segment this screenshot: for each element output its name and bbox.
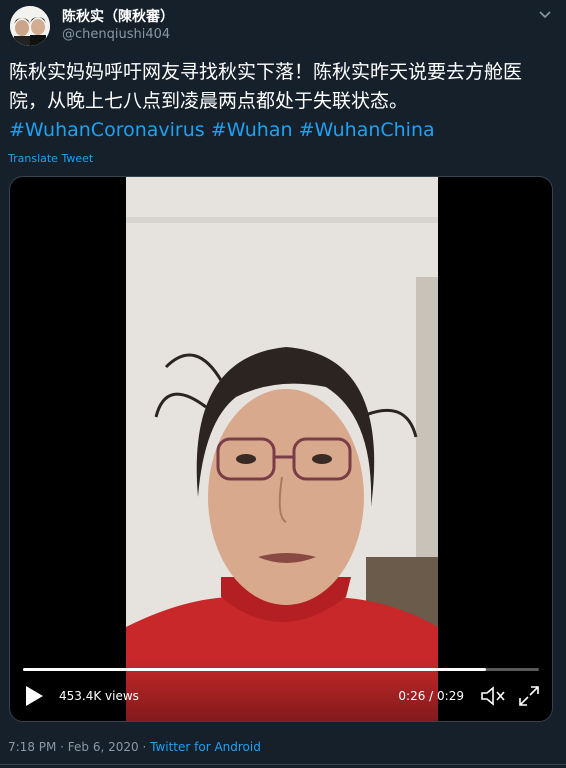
playback-time: 0:26 / 0:29 — [398, 689, 464, 703]
translate-tweet-link[interactable]: Translate Tweet — [8, 152, 93, 165]
divider — [0, 764, 566, 765]
display-name[interactable]: 陈秋实（陳秋審） — [62, 8, 174, 26]
fullscreen-icon[interactable] — [518, 685, 540, 707]
hashtag-link[interactable]: #Wuhan — [211, 119, 293, 141]
progress-bar[interactable] — [23, 668, 539, 671]
view-count: 453.4K views — [59, 689, 139, 703]
chevron-down-icon[interactable] — [536, 6, 554, 24]
tweet-footer: 7:18 PM · Feb 6, 2020 · Twitter for Andr… — [8, 740, 261, 754]
video-player[interactable]: 453.4K views 0:26 / 0:29 — [9, 176, 553, 722]
hashtag-link[interactable]: #WuhanCoronavirus — [9, 119, 205, 141]
user-handle[interactable]: @chenqiushi404 — [62, 26, 174, 44]
author-names: 陈秋实（陳秋審） @chenqiushi404 — [62, 8, 174, 44]
tweet-header: 陈秋实（陳秋審） @chenqiushi404 — [10, 6, 556, 46]
hashtag-link[interactable]: #WuhanChina — [299, 119, 435, 141]
video-controls: 453.4K views 0:26 / 0:29 — [10, 659, 552, 721]
tweet-body: 陈秋实妈妈呼吁网友寻找秋实下落！陈秋实昨天说要去方舱医院，从晚上七八点到凌晨两点… — [9, 61, 523, 112]
play-icon[interactable] — [24, 685, 44, 707]
tweet-source-link[interactable]: Twitter for Android — [150, 740, 261, 754]
avatar[interactable] — [10, 6, 50, 46]
tweet-text: 陈秋实妈妈呼吁网友寻找秋实下落！陈秋实昨天说要去方舱医院，从晚上七八点到凌晨两点… — [9, 58, 557, 145]
progress-fill — [23, 668, 486, 671]
tweet-timestamp[interactable]: 7:18 PM · Feb 6, 2020 · — [8, 740, 150, 754]
mute-icon[interactable] — [480, 685, 506, 707]
video-frame[interactable] — [126, 177, 438, 721]
hashtag-list: #WuhanCoronavirus #Wuhan #WuhanChina — [9, 116, 557, 145]
